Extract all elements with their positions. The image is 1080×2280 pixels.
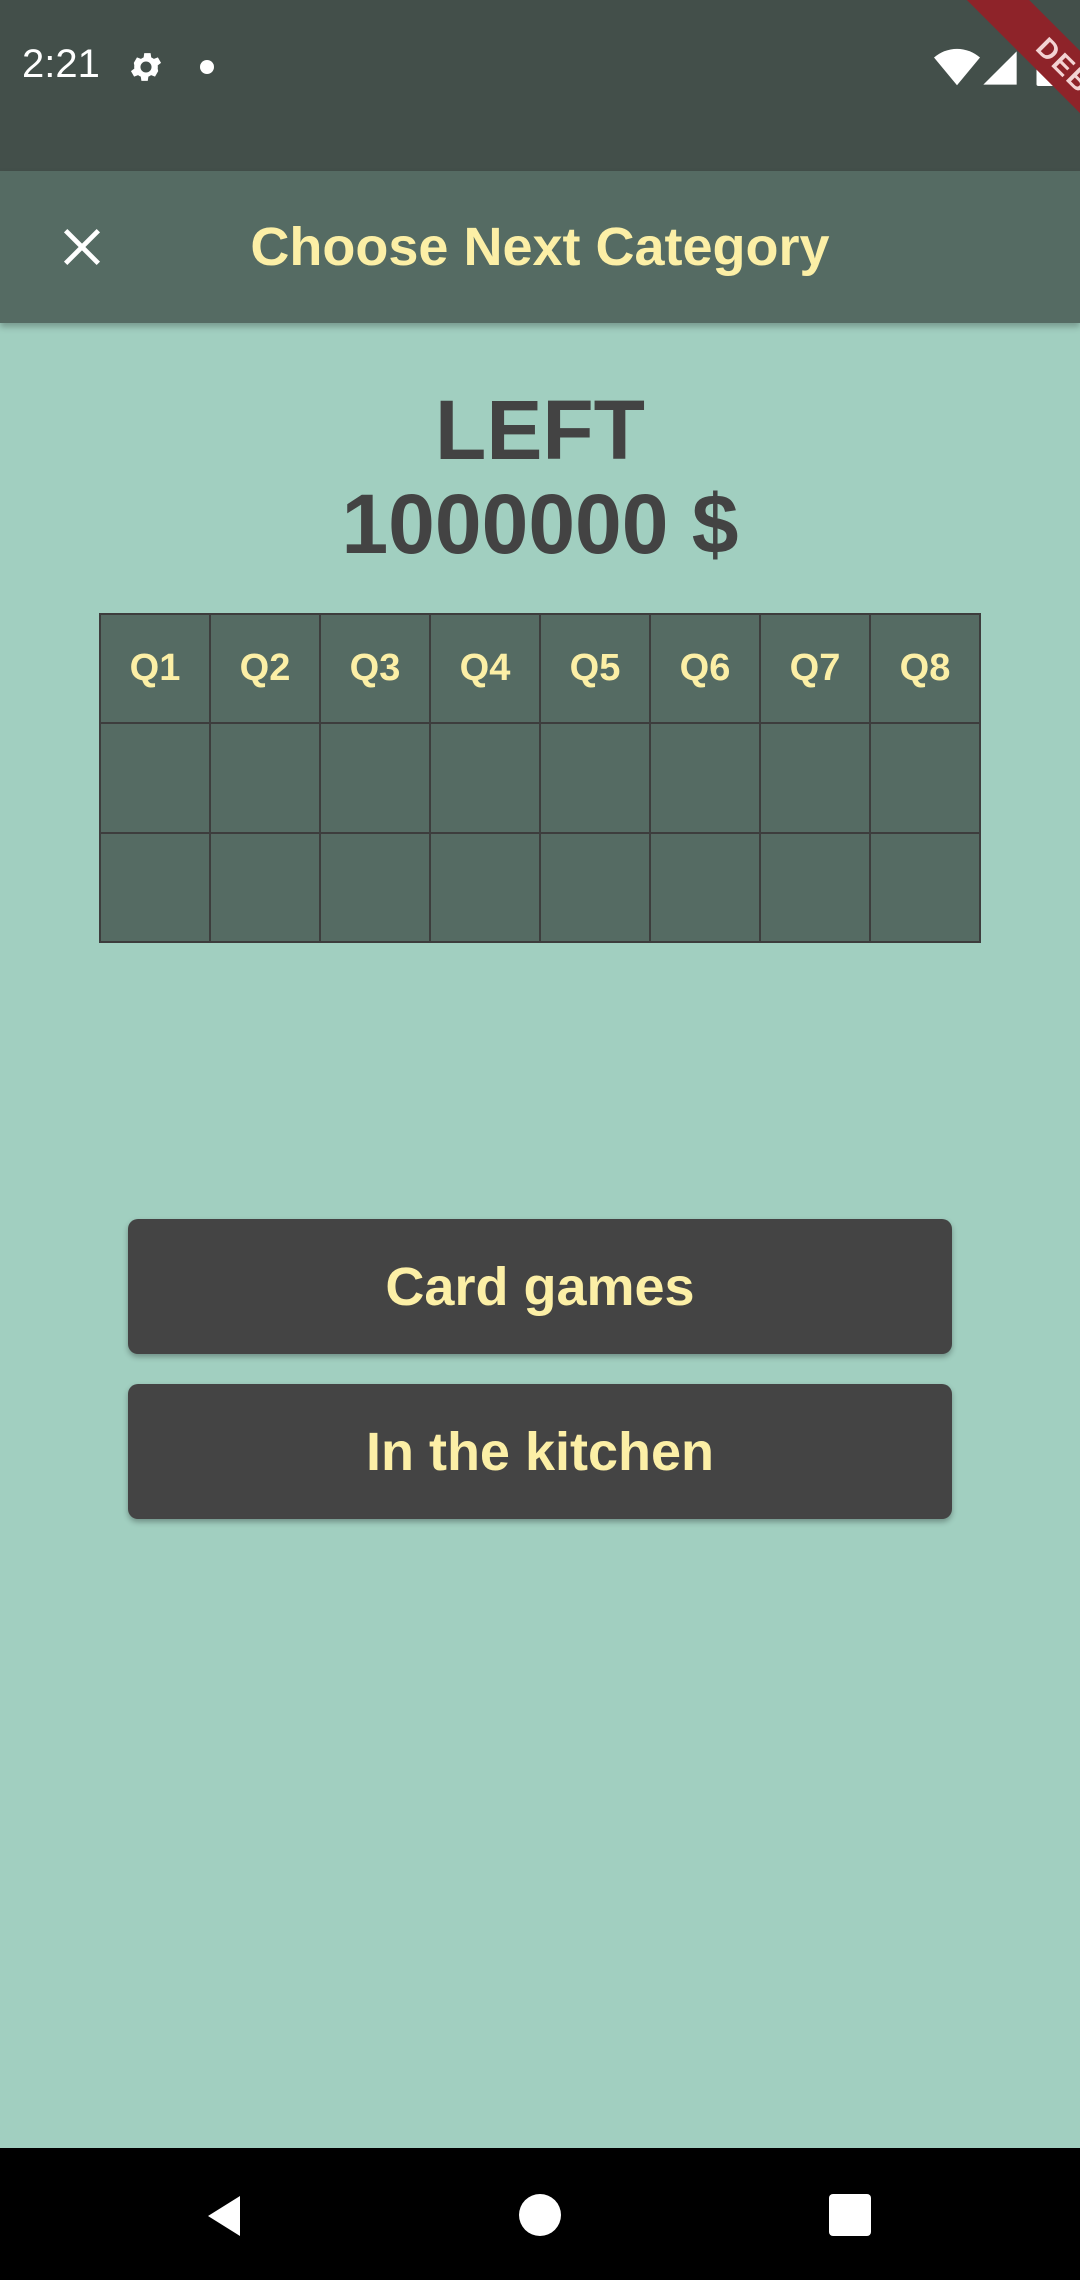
app-bar: Choose Next Category	[0, 171, 1080, 323]
grid-cell	[651, 724, 759, 832]
status-bar: 2:21 DEBUG	[0, 0, 1080, 171]
money-amount: 1000000 $	[341, 477, 739, 571]
question-grid: Q1 Q2 Q3 Q4 Q5 Q6 Q7 Q8	[99, 613, 981, 943]
question-header: Q8	[871, 615, 979, 723]
grid-cell	[761, 833, 869, 941]
recents-icon[interactable]	[829, 2194, 871, 2236]
close-button[interactable]	[48, 213, 116, 281]
signal-icon	[983, 51, 1017, 85]
category-button-card-games[interactable]: Card games	[128, 1219, 952, 1354]
grid-cell	[871, 833, 979, 941]
question-header: Q7	[761, 615, 869, 723]
grid-cell	[211, 724, 319, 832]
close-icon	[63, 228, 101, 266]
grid-cell	[431, 724, 539, 832]
grid-cell	[321, 833, 429, 941]
grid-cell	[651, 833, 759, 941]
grid-cell	[431, 833, 539, 941]
navigation-bar	[0, 2148, 1080, 2280]
grid-cell	[871, 724, 979, 832]
question-header: Q6	[651, 615, 759, 723]
question-header: Q5	[541, 615, 649, 723]
grid-cell	[101, 833, 209, 941]
grid-cell	[541, 833, 649, 941]
grid-cell	[321, 724, 429, 832]
question-header: Q4	[431, 615, 539, 723]
notification-dot-icon	[200, 60, 214, 74]
question-header: Q1	[101, 615, 209, 723]
side-label: LEFT	[435, 383, 645, 477]
grid-cell	[101, 724, 209, 832]
grid-cell	[541, 724, 649, 832]
question-header: Q3	[321, 615, 429, 723]
wifi-icon	[934, 48, 980, 86]
category-button-in-the-kitchen[interactable]: In the kitchen	[128, 1384, 952, 1519]
question-header: Q2	[211, 615, 319, 723]
grid-cell	[761, 724, 869, 832]
back-icon[interactable]	[200, 2192, 248, 2240]
status-time: 2:21	[22, 42, 100, 86]
home-icon[interactable]	[519, 2194, 561, 2236]
page-title: Choose Next Category	[250, 217, 830, 277]
gear-icon	[130, 53, 162, 81]
grid-cell	[211, 833, 319, 941]
